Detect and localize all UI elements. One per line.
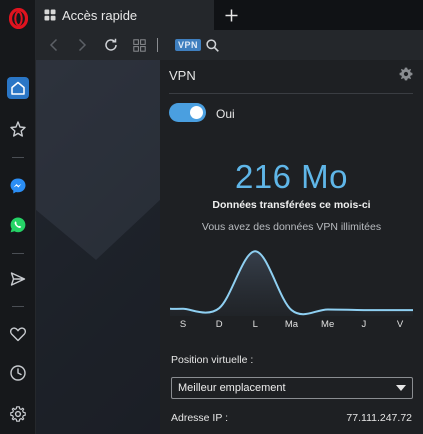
forward-button[interactable]: [71, 34, 93, 56]
messenger-icon: [10, 178, 26, 194]
usage-chart: [170, 250, 413, 316]
search-button[interactable]: [201, 34, 223, 56]
tab-strip: Accès rapide: [36, 0, 423, 30]
tab-label: Accès rapide: [62, 7, 138, 23]
gear-icon: [10, 406, 26, 422]
data-transferred-amount: 216 Mo: [234, 158, 349, 195]
weekday-label: L: [252, 319, 258, 330]
sidebar-item-whatsapp[interactable]: [7, 214, 29, 236]
back-button[interactable]: [43, 34, 65, 56]
usage-line: [170, 250, 413, 316]
caret-down-icon: [396, 385, 406, 391]
usage-area: [170, 251, 413, 316]
vpn-panel-title: VPN: [169, 68, 196, 83]
sidebar-item-send[interactable]: [7, 268, 29, 290]
tab-speed-dial[interactable]: Accès rapide: [36, 0, 214, 30]
sidebar-separator: [12, 157, 24, 158]
unlimited-data-note: Vous avez des données VPN illimitées: [201, 221, 382, 233]
weekday-label: Ma: [284, 319, 299, 330]
plus-icon: [225, 9, 237, 21]
weekday-label: J: [361, 319, 367, 330]
weekday-label: D: [215, 319, 223, 330]
ip-address-value: 77.111.247.72: [346, 412, 412, 424]
virtual-location-value: Meilleur emplacement: [178, 382, 286, 394]
star-icon: [10, 121, 26, 137]
sidebar-separator: [12, 253, 24, 254]
gear-icon[interactable]: [398, 66, 414, 82]
sidebar-item-favorites[interactable]: [7, 323, 29, 345]
vpn-toggle-label: Oui: [216, 107, 235, 121]
sidebar: [0, 0, 36, 434]
grid-icon: [132, 38, 146, 52]
weekday-label: Me: [321, 319, 335, 330]
ip-address-label: Adresse IP :: [171, 412, 229, 424]
vpn-toggle[interactable]: [169, 103, 206, 122]
vpn-panel: VPN Oui 216 Mo Données transférées ce mo…: [160, 60, 423, 434]
sidebar-item-messenger[interactable]: [7, 175, 29, 197]
background-shape: [36, 60, 160, 434]
sidebar-item-settings[interactable]: [7, 403, 29, 425]
home-icon: [11, 81, 25, 95]
speed-dial-button[interactable]: [128, 34, 150, 56]
sidebar-item-history[interactable]: [7, 362, 29, 384]
whatsapp-icon: [10, 217, 26, 233]
virtual-location-select[interactable]: Meilleur emplacement: [171, 377, 413, 399]
chevron-left-icon: [49, 38, 58, 52]
virtual-location-label: Position virtuelle :: [171, 354, 254, 366]
opera-logo-icon[interactable]: [9, 8, 28, 29]
heart-icon: [9, 327, 27, 342]
toolbar-divider: [157, 38, 158, 52]
weekday-label: V: [396, 319, 404, 330]
new-tab-button[interactable]: [220, 4, 242, 26]
toggle-knob: [190, 106, 203, 119]
search-icon: [205, 38, 219, 52]
sidebar-item-home[interactable]: [7, 77, 29, 99]
clock-icon: [10, 365, 26, 381]
panel-separator: [169, 93, 413, 94]
address-toolbar: VPN: [36, 30, 423, 60]
speed-dial-grid-icon: [44, 9, 56, 21]
speed-dial-page-background: [36, 60, 160, 434]
data-transferred-caption: Données transférées ce mois-ci: [212, 199, 371, 211]
sidebar-separator: [12, 306, 24, 307]
send-icon: [10, 272, 26, 286]
reload-button[interactable]: [100, 34, 122, 56]
chevron-right-icon: [78, 38, 87, 52]
reload-icon: [105, 38, 117, 51]
weekday-label: S: [179, 319, 187, 330]
weekday-labels: S D L Ma Me J V: [160, 319, 423, 333]
vpn-badge-button[interactable]: VPN: [175, 39, 202, 51]
sidebar-item-bookmarks[interactable]: [7, 118, 29, 140]
